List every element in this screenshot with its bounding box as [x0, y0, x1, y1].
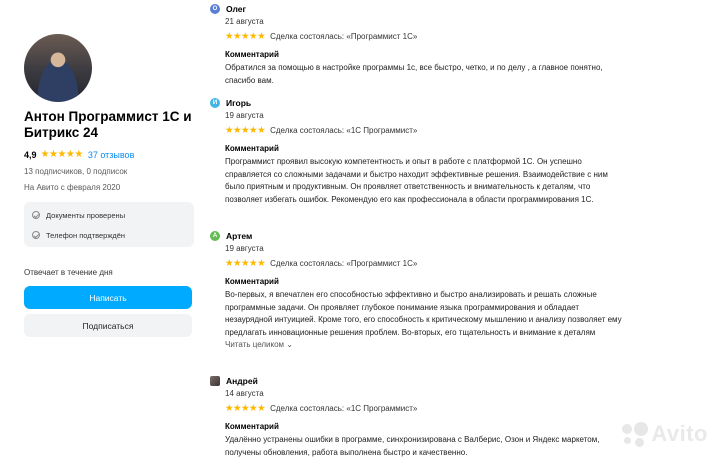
review-deal: ★★★★★ Сделка состоялась: «Программист 1С…	[225, 31, 680, 42]
review-deal: ★★★★★ Сделка состоялась: «1С Программист…	[225, 125, 680, 136]
verification-label: Телефон подтверждён	[46, 230, 126, 240]
seller-name: Антон Программист 1С и Битрикс 24	[24, 109, 192, 140]
review-deal: ★★★★★ Сделка состоялась: «1С Программист…	[225, 403, 680, 414]
subscribers-info: 13 подписчиков, 0 подписок	[24, 167, 128, 176]
reviewer-name[interactable]: Олег	[226, 4, 246, 14]
rating-stars-icon: ★★★★★	[40, 149, 84, 160]
reviewer-avatar[interactable]: О	[210, 4, 220, 14]
review-text: Удалённо устранены ошибки в программе, с…	[225, 435, 600, 457]
verification-label: Документы проверены	[46, 210, 126, 220]
review-stars-icon: ★★★★★	[225, 403, 266, 414]
verification-phone: Телефон подтверждён	[32, 228, 186, 242]
review-date: 21 августа	[225, 17, 264, 26]
verification-box: Документы проверены Телефон подтверждён	[24, 202, 194, 247]
reviewer-avatar[interactable]	[210, 376, 220, 386]
review-date: 19 августа	[225, 111, 264, 120]
avatar[interactable]	[24, 34, 92, 102]
review-stars-icon: ★★★★★	[225, 31, 266, 42]
comment-heading: Комментарий	[225, 144, 279, 153]
deal-label: Сделка состоялась: «1С Программист»	[270, 404, 418, 413]
review-text: Обратился за помощью в настройке програм…	[225, 63, 603, 85]
read-more-link[interactable]: Читать целиком ⌄	[225, 340, 680, 349]
write-message-button[interactable]: Написать	[24, 286, 192, 309]
review-stars-icon: ★★★★★	[225, 258, 266, 269]
review-text: Во-первых, я впечатлен его способностью …	[225, 290, 622, 337]
seller-profile: Антон Программист 1С и Битрикс 24 4,9 ★★…	[24, 34, 194, 337]
rating-value: 4,9	[24, 149, 37, 160]
reviewer-avatar[interactable]: И	[210, 98, 220, 108]
deal-label: Сделка состоялась: «Программист 1С»	[270, 32, 418, 41]
deal-label: Сделка состоялась: «Программист 1С»	[270, 259, 418, 268]
review-stars-icon: ★★★★★	[225, 125, 266, 136]
review-date: 19 августа	[225, 244, 264, 253]
reviewer-name[interactable]: Артем	[226, 231, 252, 241]
review-item: И Игорь 19 августа ★★★★★ Сделка состояла…	[210, 97, 680, 206]
avito-wordmark: Avito	[651, 421, 708, 446]
reviews-link[interactable]: 37 отзывов	[88, 150, 135, 160]
verification-documents: Документы проверены	[32, 208, 186, 222]
member-since: На Авито с февраля 2020	[24, 183, 121, 192]
check-circle-icon	[32, 231, 40, 239]
reviewer-name[interactable]: Игорь	[226, 98, 251, 108]
reviewer-name[interactable]: Андрей	[226, 376, 258, 386]
review-date: 14 августа	[225, 389, 264, 398]
review-item: Андрей 14 августа ★★★★★ Сделка состоялас…	[210, 375, 680, 459]
comment-heading: Комментарий	[225, 50, 279, 59]
comment-heading: Комментарий	[225, 277, 279, 286]
reply-time: Отвечает в течение дня	[24, 268, 113, 277]
review-item: О Олег 21 августа ★★★★★ Сделка состоялас…	[210, 3, 680, 87]
avito-logo-icon	[622, 422, 649, 447]
deal-label: Сделка состоялась: «1С Программист»	[270, 126, 418, 135]
reviewer-avatar[interactable]: А	[210, 231, 220, 241]
check-circle-icon	[32, 211, 40, 219]
review-item: А Артем 19 августа ★★★★★ Сделка состояла…	[210, 230, 680, 349]
review-deal: ★★★★★ Сделка состоялась: «Программист 1С…	[225, 258, 680, 269]
rating-row: 4,9 ★★★★★ 37 отзывов	[24, 149, 194, 160]
comment-heading: Комментарий	[225, 422, 279, 431]
subscribe-button[interactable]: Подписаться	[24, 314, 192, 337]
review-text: Программист проявил высокую компетентнос…	[225, 157, 608, 204]
avito-watermark: Avito	[622, 421, 708, 447]
